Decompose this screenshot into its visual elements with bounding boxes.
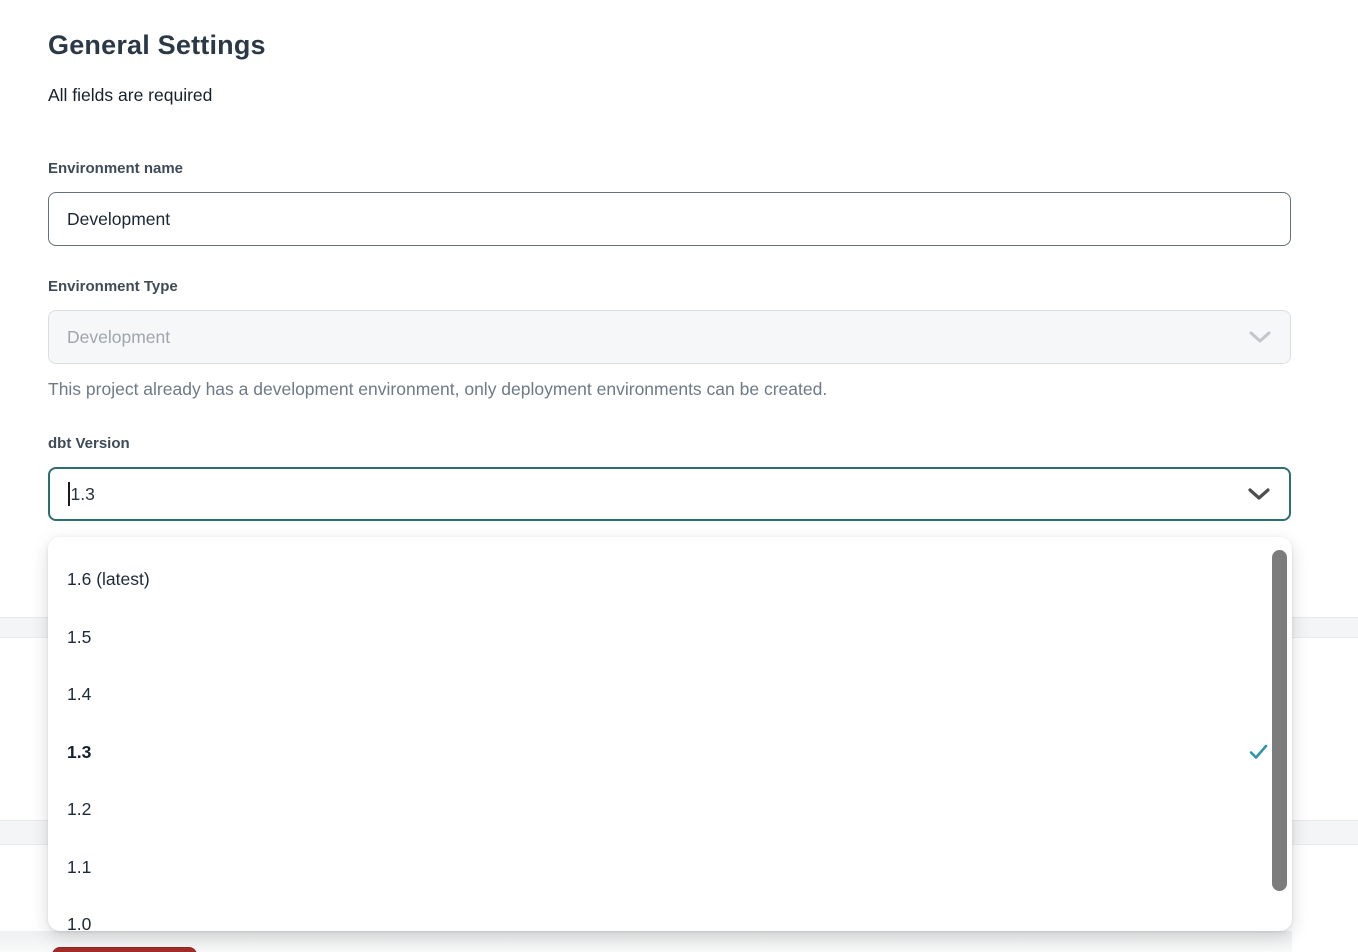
check-icon (1249, 743, 1268, 766)
danger-button[interactable] (52, 947, 197, 952)
dropdown-option[interactable]: 1.6 (latest) (48, 551, 1292, 609)
dropdown-option[interactable]: 1.0 (48, 896, 1292, 931)
environment-type-select: Development (48, 310, 1291, 364)
dropdown-option[interactable]: 1.1 (48, 839, 1292, 897)
environment-type-helper-text: This project already has a development e… (48, 379, 827, 400)
page-title: General Settings (48, 30, 266, 61)
dropdown-option-label: 1.2 (67, 799, 91, 820)
dropdown-option-label: 1.5 (67, 627, 91, 648)
text-cursor (68, 482, 70, 506)
dropdown-scrollbar-thumb[interactable] (1272, 550, 1287, 891)
chevron-down-icon[interactable] (1247, 487, 1271, 501)
dropdown-option[interactable]: 1.2 (48, 781, 1292, 839)
dbt-version-combobox[interactable]: 1.3 (48, 467, 1291, 521)
environment-type-label: Environment Type (48, 278, 178, 295)
chevron-down-icon (1248, 330, 1272, 344)
general-settings-page: General Settings All fields are required… (0, 0, 1358, 952)
dropdown-option-label: 1.1 (67, 857, 91, 878)
environment-name-label: Environment name (48, 160, 183, 177)
dropdown-option[interactable]: 1.3 (48, 724, 1292, 782)
dropdown-option-label: 1.4 (67, 684, 91, 705)
dbt-version-value: 1.3 (71, 484, 95, 505)
dropdown-option-label: 1.6 (latest) (67, 569, 150, 590)
environment-type-value: Development (67, 327, 170, 348)
dbt-version-label: dbt Version (48, 435, 130, 452)
environment-name-input[interactable] (48, 192, 1291, 246)
dropdown-option-label: 1.3 (67, 742, 91, 763)
dropdown-option[interactable]: 1.5 (48, 609, 1292, 667)
dbt-version-dropdown-list: 1.6 (latest) 1.5 1.4 (48, 537, 1292, 931)
page-subtitle: All fields are required (48, 85, 212, 106)
dropdown-option-label: 1.0 (67, 914, 91, 931)
dropdown-option[interactable]: 1.4 (48, 666, 1292, 724)
